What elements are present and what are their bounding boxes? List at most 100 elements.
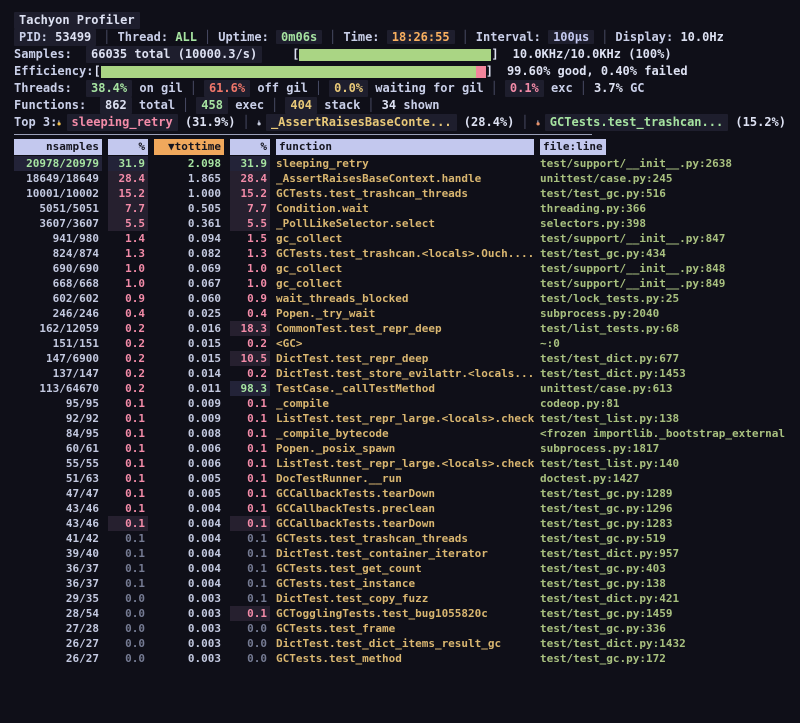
thread-field[interactable]: Thread: ALL xyxy=(118,29,198,46)
nsamples-cell: 47/47 xyxy=(14,486,102,501)
function-cell: TestCase._callTestMethod xyxy=(276,381,534,396)
column-header-pct1[interactable]: % xyxy=(108,139,148,155)
function-cell: CommonTest.test_repr_deep xyxy=(276,321,534,336)
cumulative-pct-cell: 1.3 xyxy=(230,246,270,261)
separator: │ xyxy=(322,29,343,46)
nsamples-cell: 147/6900 xyxy=(14,351,102,366)
direct-pct-cell: 7.7 xyxy=(108,201,148,216)
functions-exec-label: exec xyxy=(235,97,264,114)
function-cell: DictTest.test_dict_items_result_gc xyxy=(276,636,534,651)
nsamples-cell: 43/46 xyxy=(14,501,102,516)
table-row[interactable]: 84/950.10.0080.1_compile_bytecode<frozen… xyxy=(14,426,786,441)
nsamples-cell: 246/246 xyxy=(14,306,102,321)
top3-item-3-name[interactable]: GCTests.test_trashcan... xyxy=(545,114,728,131)
cumulative-pct-cell: 5.5 xyxy=(230,216,270,231)
table-row[interactable]: 43/460.10.0040.1GCCallbackTests.tearDown… xyxy=(14,516,786,531)
nsamples-cell: 29/35 xyxy=(14,591,102,606)
file-line-cell: test/test_gc.py:519 xyxy=(540,531,786,546)
tottime-cell: 0.060 xyxy=(154,291,224,306)
separator: │ xyxy=(236,114,257,131)
table-row[interactable]: 43/460.10.0040.1GCCallbackTests.preclean… xyxy=(14,501,786,516)
column-header-pct2[interactable]: % xyxy=(230,139,270,155)
table-row[interactable]: 41/420.10.0040.1GCTests.test_trashcan_th… xyxy=(14,531,786,546)
cumulative-pct-cell: 0.1 xyxy=(230,471,270,486)
column-header-nsamples[interactable]: nsamples xyxy=(14,139,102,155)
cumulative-pct-cell: 0.1 xyxy=(230,456,270,471)
function-cell: _PollLikeSelector.select xyxy=(276,216,534,231)
pid-field: PID: 53499 xyxy=(14,29,96,46)
function-cell: ListTest.test_repr_large.<locals>.check xyxy=(276,411,534,426)
functions-exec-value: 458 xyxy=(196,97,228,114)
table-row[interactable]: 95/950.10.0090.1_compilecodeop.py:81 xyxy=(14,396,786,411)
nsamples-cell: 41/42 xyxy=(14,531,102,546)
function-cell: DictTest.test_container_iterator xyxy=(276,546,534,561)
file-line-cell: <frozen importlib._bootstrap_external xyxy=(540,426,786,441)
direct-pct-cell: 0.2 xyxy=(108,366,148,381)
table-row[interactable]: 36/370.10.0040.1GCTests.test_get_countte… xyxy=(14,561,786,576)
table-row[interactable]: 26/270.00.0030.0GCTests.test_methodtest/… xyxy=(14,651,786,666)
table-row[interactable]: 60/610.10.0060.1Popen._posix_spawnsubpro… xyxy=(14,441,786,456)
table-row[interactable]: 137/1470.20.0140.2DictTest.test_store_ev… xyxy=(14,366,786,381)
cumulative-pct-cell: 0.0 xyxy=(230,621,270,636)
direct-pct-cell: 0.2 xyxy=(108,351,148,366)
table-row[interactable]: 3607/36075.50.3615.5_PollLikeSelector.se… xyxy=(14,216,786,231)
file-line-cell: test/test_gc.py:1283 xyxy=(540,516,786,531)
table-row[interactable]: 10001/1000215.21.00015.2GCTests.test_tra… xyxy=(14,186,786,201)
table-row[interactable]: 246/2460.40.0250.4Popen._try_waitsubproc… xyxy=(14,306,786,321)
file-line-cell: test/test_dict.py:421 xyxy=(540,591,786,606)
table-row[interactable]: 690/6901.00.0691.0gc_collecttest/support… xyxy=(14,261,786,276)
nsamples-cell: 36/37 xyxy=(14,561,102,576)
table-row[interactable]: 602/6020.90.0600.9wait_threads_blockedte… xyxy=(14,291,786,306)
table-row[interactable]: 151/1510.20.0150.2<GC>~:0 xyxy=(14,336,786,351)
table-row[interactable]: 26/270.00.0030.0DictTest.test_dict_items… xyxy=(14,636,786,651)
table-row[interactable]: 28/540.00.0030.1GCTogglingTests.test_bug… xyxy=(14,606,786,621)
table-row[interactable]: 29/350.00.0030.1DictTest.test_copy_fuzzt… xyxy=(14,591,786,606)
functions-stack-label: stack xyxy=(324,97,360,114)
functions-stack-value: 404 xyxy=(285,97,317,114)
separator: │ xyxy=(308,80,329,97)
table-row[interactable]: 113/646700.20.01198.3TestCase._callTestM… xyxy=(14,381,786,396)
column-header-file[interactable]: file:line xyxy=(540,139,786,155)
table-row[interactable]: 27/280.00.0030.0GCTests.test_frametest/t… xyxy=(14,621,786,636)
table-row[interactable]: 39/400.10.0040.1DictTest.test_container_… xyxy=(14,546,786,561)
column-header-file-label: file:line xyxy=(540,139,606,155)
tottime-cell: 0.015 xyxy=(154,336,224,351)
samples-total: 66035 total (10000.3/s) xyxy=(86,46,262,63)
top3-item-3-pct: (15.2%) xyxy=(735,114,786,131)
table-row[interactable]: 668/6681.00.0671.0gc_collecttest/support… xyxy=(14,276,786,291)
function-cell: GCTests.test_method xyxy=(276,651,534,666)
table-row[interactable]: 20978/2097931.92.09831.9sleeping_retryte… xyxy=(14,156,786,171)
table-row[interactable]: 162/120590.20.01618.3CommonTest.test_rep… xyxy=(14,321,786,336)
table-row[interactable]: 5051/50517.70.5057.7Condition.waitthread… xyxy=(14,201,786,216)
samples-rate: 10.0KHz/10.0KHz (100%) xyxy=(513,46,672,63)
function-cell: GCTests.test_trashcan.<locals>.Ouch.... xyxy=(276,246,534,261)
table-row[interactable]: 47/470.10.0050.1GCCallbackTests.tearDown… xyxy=(14,486,786,501)
top3-item-1-name[interactable]: sleeping_retry xyxy=(67,114,178,131)
file-line-cell: codeop.py:81 xyxy=(540,396,786,411)
table-row[interactable]: 941/9801.40.0941.5gc_collecttest/support… xyxy=(14,231,786,246)
table-row[interactable]: 92/920.10.0090.1ListTest.test_repr_large… xyxy=(14,411,786,426)
table-row[interactable]: 55/550.10.0060.1ListTest.test_repr_large… xyxy=(14,456,786,471)
table-row[interactable]: 36/370.10.0040.1GCTests.test_instancetes… xyxy=(14,576,786,591)
column-header-tottime-sorted[interactable]: ▼tottime xyxy=(154,139,224,155)
top3-item-2-name[interactable]: _AssertRaisesBaseConte... xyxy=(266,114,457,131)
column-header-function[interactable]: function xyxy=(276,139,534,155)
tottime-cell: 0.011 xyxy=(154,381,224,396)
table-row[interactable]: 51/630.10.0050.1DocTestRunner.__rundocte… xyxy=(14,471,786,486)
file-line-cell: test/support/__init__.py:849 xyxy=(540,276,786,291)
threads-label: Threads: xyxy=(14,80,86,97)
tottime-cell: 0.009 xyxy=(154,411,224,426)
top3-item-1-pct: (31.9%) xyxy=(185,114,236,131)
nsamples-cell: 824/874 xyxy=(14,246,102,261)
interval-value: 100μs xyxy=(548,30,594,44)
function-cell: ListTest.test_repr_large.<locals>.check xyxy=(276,456,534,471)
tottime-cell: 0.004 xyxy=(154,576,224,591)
file-line-cell: test/support/__init__.py:847 xyxy=(540,231,786,246)
function-cell: Popen._posix_spawn xyxy=(276,441,534,456)
silver-medal-icon xyxy=(257,116,261,130)
direct-pct-cell: 1.0 xyxy=(108,276,148,291)
table-row[interactable]: 18649/1864928.41.86528.4_AssertRaisesBas… xyxy=(14,171,786,186)
table-row[interactable]: 147/69000.20.01510.5DictTest.test_repr_d… xyxy=(14,351,786,366)
table-row[interactable]: 824/8741.30.0821.3GCTests.test_trashcan.… xyxy=(14,246,786,261)
cumulative-pct-cell: 10.5 xyxy=(230,351,270,366)
